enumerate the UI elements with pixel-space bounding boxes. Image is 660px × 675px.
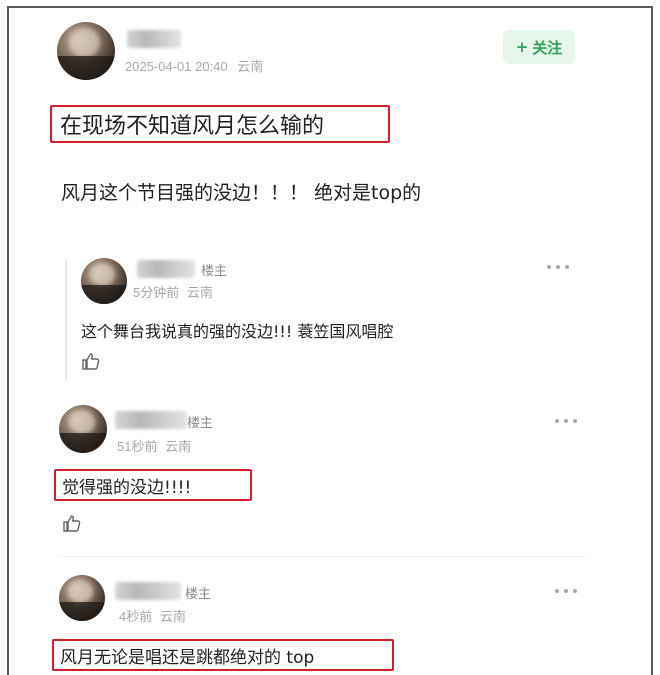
follow-button[interactable]: + 关注 <box>503 30 575 64</box>
post-author-avatar[interactable] <box>57 22 115 80</box>
quote-indent-bar <box>65 260 67 380</box>
quoted-comment-meta: 5分钟前 云南 <box>133 282 213 301</box>
post-title: 在现场不知道风月怎么输的 <box>50 105 390 143</box>
screenshot-frame: 2025-04-01 20:40 云南 + 关注 在现场不知道风月怎么输的 风月… <box>7 6 653 675</box>
post-author-name-blurred[interactable] <box>127 30 181 48</box>
comment-owner-badge: 楼主 <box>187 416 214 431</box>
comment-text-highlight: 风月无论是唱还是跳都绝对的 top <box>52 639 394 671</box>
comment-text-highlight: 觉得强的没边!!!! <box>54 469 252 501</box>
quoted-comment-author-blurred[interactable] <box>137 260 195 278</box>
comment-text: 觉得强的没边!!!! <box>62 477 192 498</box>
comment-location: 云南 <box>165 439 192 454</box>
comment-meta: 4秒前 云南 <box>119 606 186 625</box>
comment-meta: 51秒前 云南 <box>117 436 191 455</box>
quoted-comment-text: 这个舞台我说真的强的没边!!! 蓑笠国风唱腔 <box>81 322 394 341</box>
comment-time: 4秒前 <box>119 609 153 624</box>
comment-divider <box>59 556 587 557</box>
post-content: 风月这个节目强的没边！！！ 绝对是top的 <box>61 182 422 204</box>
more-dots-icon[interactable] <box>555 416 577 426</box>
more-dots-icon[interactable] <box>555 586 577 596</box>
post-timestamp: 2025-04-01 20:40 云南 <box>125 56 263 75</box>
comment-text: 风月无论是唱还是跳都绝对的 top <box>60 647 315 668</box>
comment-author-blurred[interactable] <box>115 582 181 600</box>
quoted-comment-time: 5分钟前 <box>133 285 180 300</box>
quoted-comment-avatar[interactable] <box>81 258 127 304</box>
post-location: 云南 <box>237 59 264 74</box>
post-time: 2025-04-01 20:40 <box>125 59 228 74</box>
comment-avatar[interactable] <box>59 575 105 621</box>
quoted-comment-owner-badge: 楼主 <box>201 264 228 279</box>
post-title-text: 在现场不知道风月怎么输的 <box>60 114 325 139</box>
thumbs-up-icon[interactable] <box>81 351 101 371</box>
comment-author-blurred[interactable] <box>115 411 187 429</box>
thumbs-up-icon[interactable] <box>62 513 82 533</box>
quoted-comment-location: 云南 <box>186 285 213 300</box>
more-dots-icon[interactable] <box>547 262 569 272</box>
comment-time: 51秒前 <box>117 439 158 454</box>
follow-label: 关注 <box>532 38 563 57</box>
comment-owner-badge: 楼主 <box>185 587 212 602</box>
comment-avatar[interactable] <box>59 405 107 453</box>
plus-icon: + <box>515 38 529 56</box>
comment-location: 云南 <box>159 609 186 624</box>
